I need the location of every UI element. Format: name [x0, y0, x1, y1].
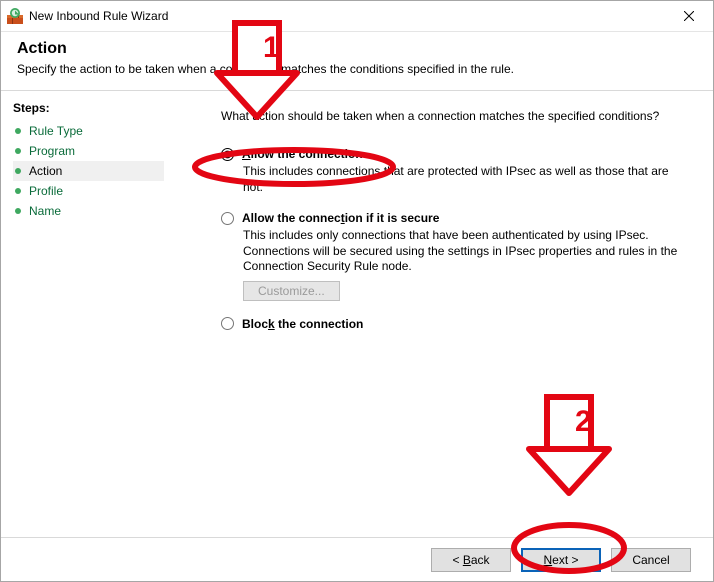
annotation-number-2: 2: [575, 405, 592, 439]
sidebar-step-name[interactable]: Name: [13, 201, 164, 221]
next-button-label: Next >: [543, 553, 578, 567]
option-desc-allow-secure: This includes only connections that have…: [243, 228, 691, 275]
sidebar-step-rule-type[interactable]: Rule Type: [13, 121, 164, 141]
back-button[interactable]: < Back: [431, 548, 511, 572]
sidebar-step-program[interactable]: Program: [13, 141, 164, 161]
option-block: Block the connection: [221, 317, 691, 331]
window-title: New Inbound Rule Wizard: [29, 9, 666, 23]
option-label-allow: Allow the connection: [242, 147, 363, 161]
page-subtitle: Specify the action to be taken when a co…: [17, 62, 697, 76]
sidebar-step-label: Name: [29, 204, 61, 218]
radio-allow[interactable]: [221, 148, 234, 161]
radio-allow-secure[interactable]: [221, 212, 234, 225]
steps-sidebar: Steps: Rule Type Program Action Profile Name: [1, 91, 176, 529]
sidebar-step-profile[interactable]: Profile: [13, 181, 164, 201]
option-allow-secure: Allow the connection if it is secure This…: [221, 211, 691, 301]
page-title: Action: [17, 40, 697, 58]
wizard-content: What action should be taken when a conne…: [176, 91, 713, 529]
option-label-allow-secure: Allow the connection if it is secure: [242, 211, 439, 225]
sidebar-step-label: Program: [29, 144, 75, 158]
option-row-allow[interactable]: Allow the connection: [221, 147, 691, 161]
action-prompt: What action should be taken when a conne…: [221, 109, 691, 123]
close-icon: [684, 11, 694, 21]
sidebar-step-action[interactable]: Action: [13, 161, 164, 181]
bullet-icon: [15, 168, 21, 174]
option-desc-allow: This includes connections that are prote…: [243, 164, 691, 195]
cancel-button[interactable]: Cancel: [611, 548, 691, 572]
sidebar-step-label: Action: [29, 164, 62, 178]
sidebar-step-label: Profile: [29, 184, 63, 198]
wizard-window: New Inbound Rule Wizard Action Specify t…: [0, 0, 714, 582]
option-row-allow-secure[interactable]: Allow the connection if it is secure: [221, 211, 691, 225]
titlebar: New Inbound Rule Wizard: [1, 1, 713, 32]
back-button-label: < Back: [452, 553, 489, 567]
customize-button: Customize...: [243, 281, 340, 301]
option-label-block: Block the connection: [242, 317, 363, 331]
steps-heading: Steps:: [13, 101, 164, 115]
bullet-icon: [15, 208, 21, 214]
next-button[interactable]: Next >: [521, 548, 601, 572]
sidebar-step-label: Rule Type: [29, 124, 83, 138]
wizard-body: Steps: Rule Type Program Action Profile Name…: [1, 91, 713, 529]
wizard-header: Action Specify the action to be taken wh…: [1, 32, 713, 90]
radio-block[interactable]: [221, 317, 234, 330]
bullet-icon: [15, 188, 21, 194]
bullet-icon: [15, 148, 21, 154]
option-allow: Allow the connection This includes connec…: [221, 147, 691, 195]
wizard-footer: < Back Next > Cancel: [1, 537, 713, 581]
firewall-icon: [7, 8, 23, 24]
option-row-block[interactable]: Block the connection: [221, 317, 691, 331]
bullet-icon: [15, 128, 21, 134]
close-button[interactable]: [666, 1, 711, 31]
annotation-number-1: 1: [263, 31, 280, 65]
